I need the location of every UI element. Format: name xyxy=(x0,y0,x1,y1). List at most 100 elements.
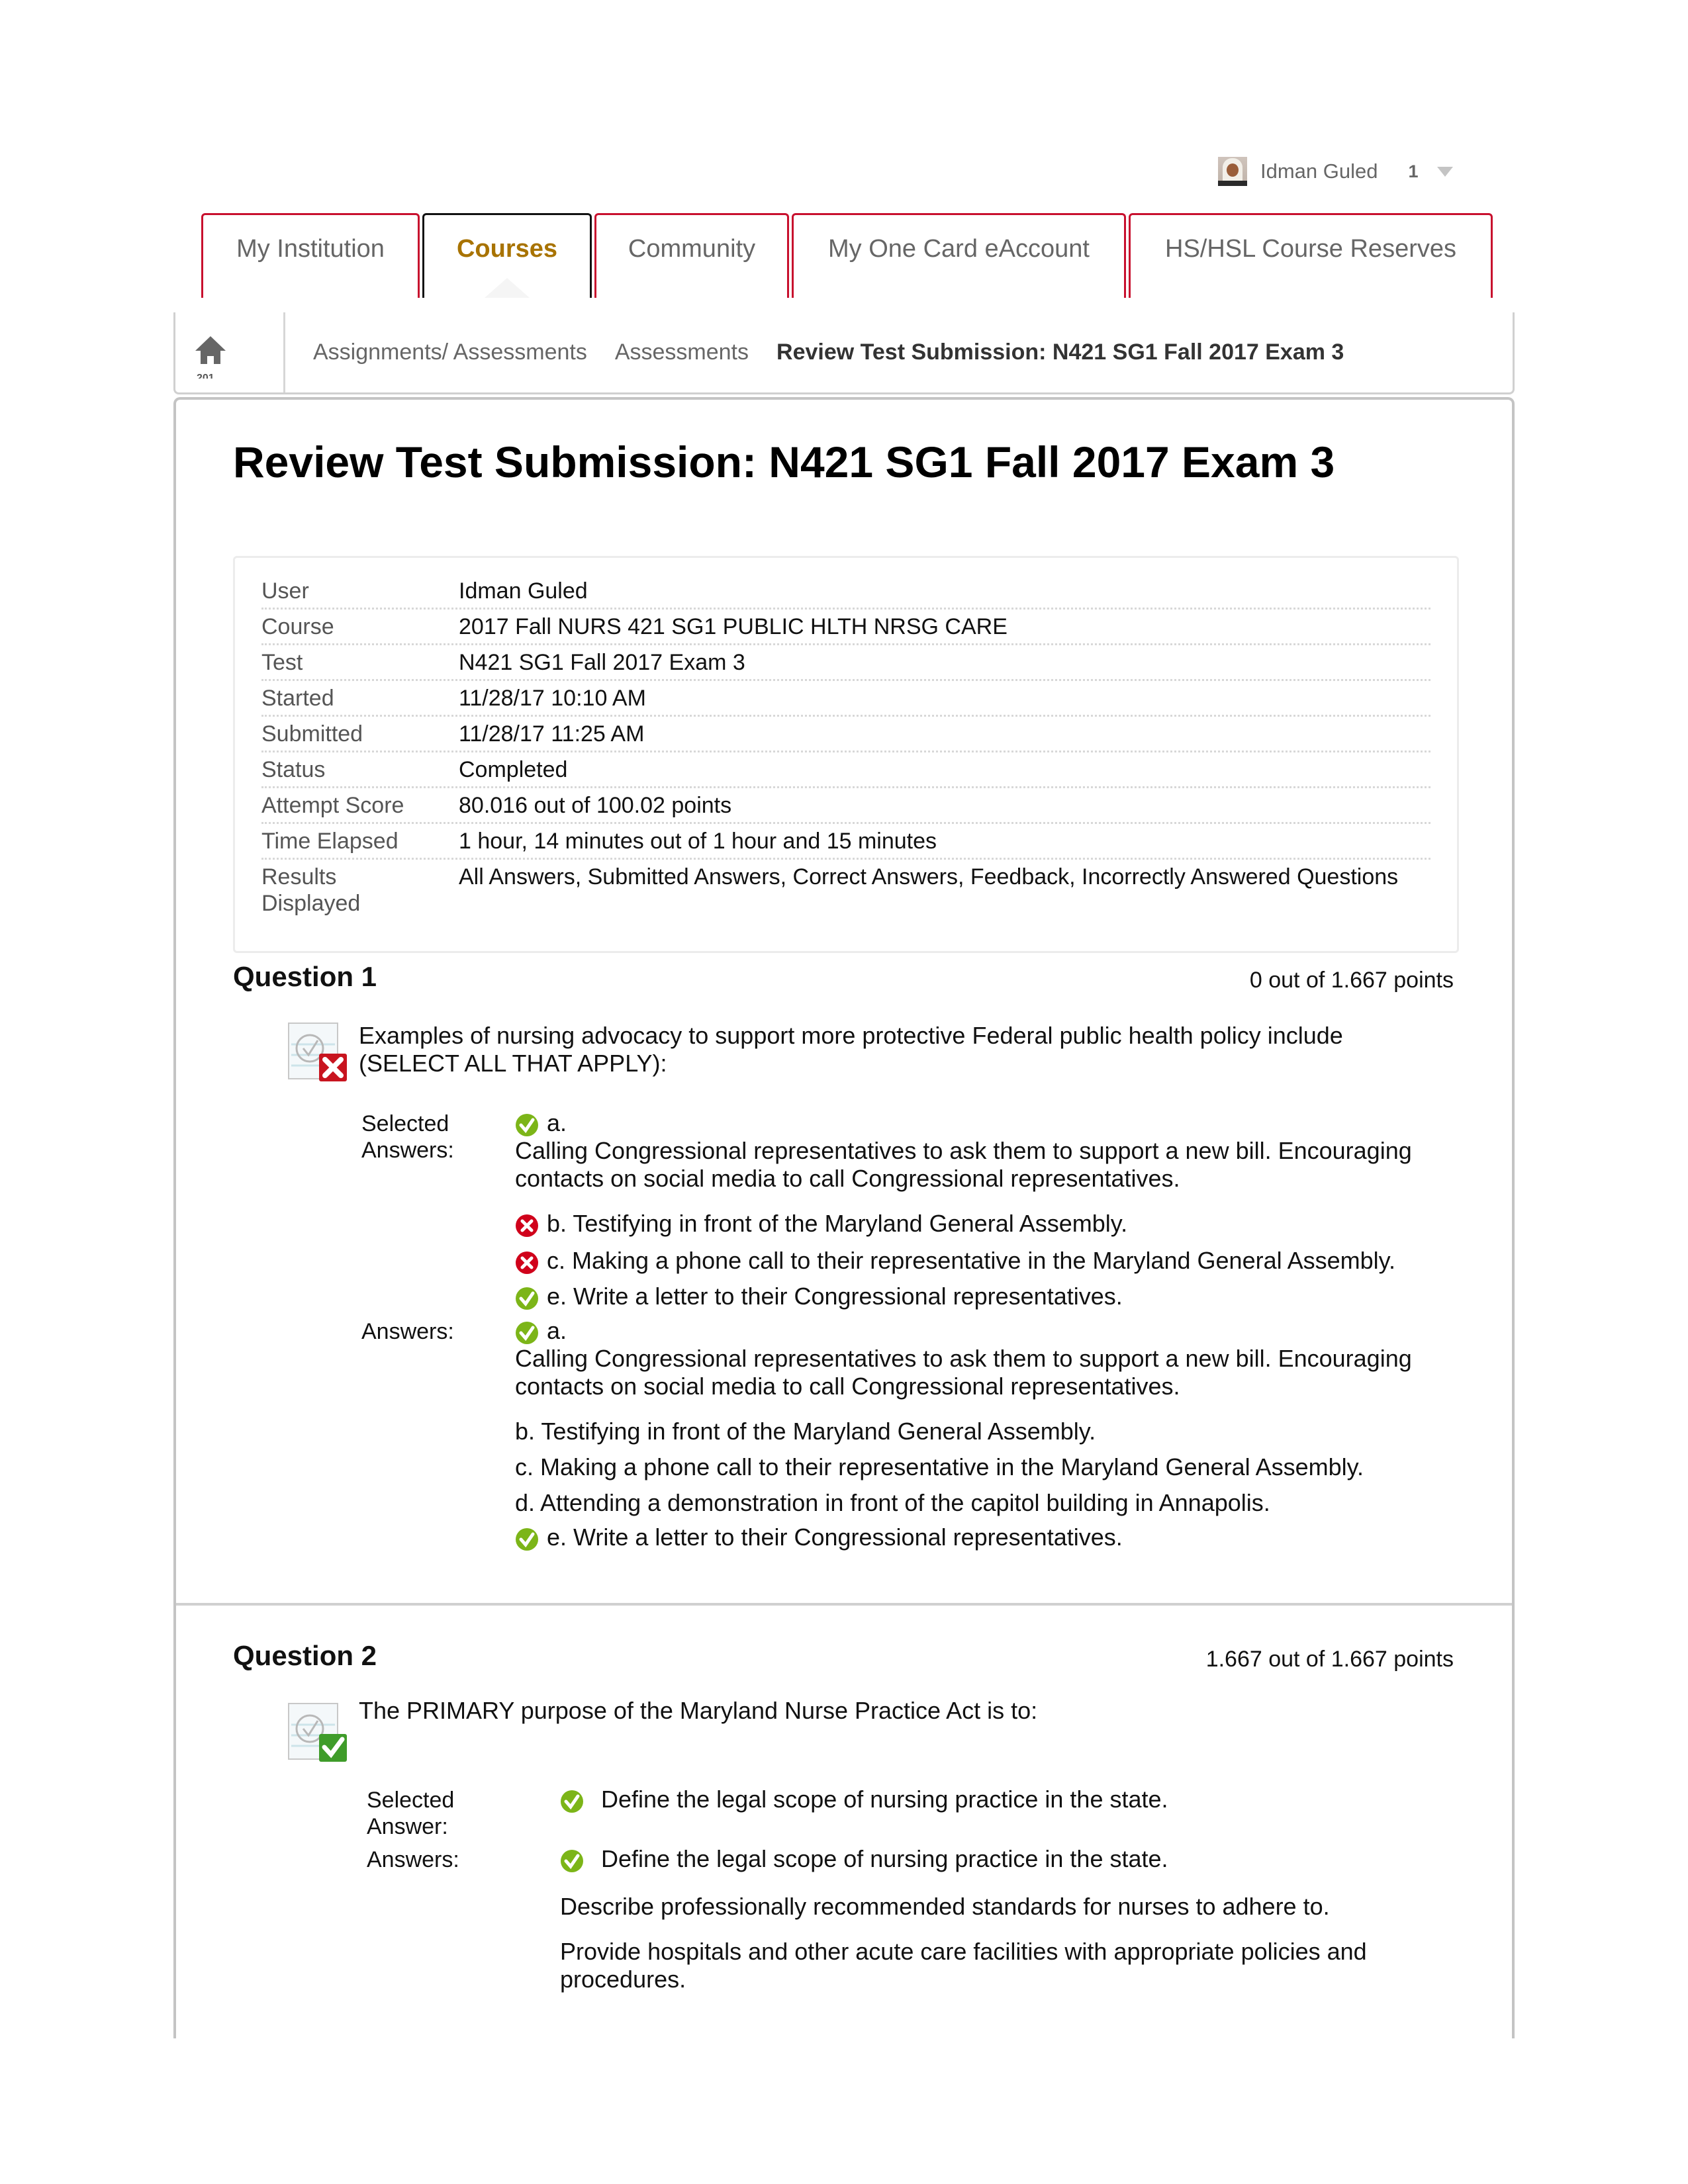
info-value: 80.016 out of 100.02 points xyxy=(459,792,732,818)
user-avatar xyxy=(1218,157,1247,186)
correct-check-icon xyxy=(515,1287,539,1310)
breadcrumb-item[interactable]: Assignments/ Assessments xyxy=(313,340,587,365)
answer-text: a. xyxy=(547,1109,567,1136)
answer-option: e. Write a letter to their Congressional… xyxy=(515,1524,1481,1551)
selected-answer: a. Calling Congressional representatives… xyxy=(515,1109,1481,1193)
answer-text: b. Testifying in front of the Maryland G… xyxy=(515,1418,1096,1445)
question-points: 1.667 out of 1.667 points xyxy=(1205,1647,1454,1672)
incorrect-question-icon xyxy=(288,1023,347,1081)
answer-text: b. Testifying in front of the Maryland G… xyxy=(547,1210,1128,1237)
tab-label: Courses xyxy=(456,235,558,263)
answer-text: e. Write a letter to their Congressional… xyxy=(547,1283,1123,1310)
info-label: Test xyxy=(261,649,303,675)
info-value: All Answers, Submitted Answers, Correct … xyxy=(459,864,1399,889)
correct-check-icon xyxy=(515,1321,539,1345)
info-row: Attempt Score 80.016 out of 100.02 points xyxy=(261,788,1430,824)
answer-text: e. Write a letter to their Congressional… xyxy=(547,1524,1123,1551)
question-divider xyxy=(176,1603,1512,1606)
selected-answer: Define the legal scope of nursing practi… xyxy=(560,1786,1526,1813)
info-label: Attempt Score xyxy=(261,792,404,818)
selected-answers-label: Selected Answers: xyxy=(361,1111,454,1163)
info-value: 11/28/17 11:25 AM xyxy=(459,721,645,747)
main-tabs: My Institution Courses Community My One … xyxy=(201,213,1495,298)
question-points: 0 out of 1.667 points xyxy=(1249,968,1454,993)
info-row: Time Elapsed 1 hour, 14 minutes out of 1 … xyxy=(261,824,1430,860)
answer-option: a. Calling Congressional representatives… xyxy=(515,1317,1481,1400)
home-subtext: 201 xyxy=(197,373,214,379)
notification-count[interactable]: 1 xyxy=(1409,161,1419,182)
answer-option: b. Testifying in front of the Maryland G… xyxy=(515,1418,1481,1445)
tab-label: My One Card eAccount xyxy=(828,235,1090,263)
correct-check-icon xyxy=(560,1849,584,1873)
info-row: User Idman Guled xyxy=(261,574,1430,610)
info-value: Completed xyxy=(459,756,568,782)
submission-details: User Idman Guled Course 2017 Fall NURS 421… xyxy=(233,556,1459,953)
tab-course-reserves[interactable]: HS/HSL Course Reserves xyxy=(1129,213,1493,298)
answer-text: a. xyxy=(547,1317,567,1344)
tab-label: Community xyxy=(628,235,756,263)
info-row: Submitted 11/28/17 11:25 AM xyxy=(261,717,1430,752)
tab-courses[interactable]: Courses xyxy=(422,213,592,298)
page-title: Review Test Submission: N421 SG1 Fall 20… xyxy=(233,437,1335,486)
info-value: 1 hour, 14 minutes out of 1 hour and 15 … xyxy=(459,828,937,854)
tab-label: My Institution xyxy=(236,235,385,263)
info-value: 2017 Fall NURS 421 SG1 PUBLIC HLTH NRSG … xyxy=(459,614,1008,639)
info-label: Course xyxy=(261,614,334,639)
answer-subtext: Calling Congressional representatives to… xyxy=(515,1345,1412,1400)
answer-text: c. Making a phone call to their represen… xyxy=(515,1453,1364,1480)
correct-check-icon xyxy=(515,1527,539,1551)
tab-my-one-card[interactable]: My One Card eAccount xyxy=(792,213,1126,298)
answer-option: d. Attending a demonstration in front of… xyxy=(515,1489,1481,1517)
answer-text: Describe professionally recommended stan… xyxy=(560,1893,1330,1920)
breadcrumb-current: Review Test Submission: N421 SG1 Fall 20… xyxy=(776,340,1344,365)
info-row: Course 2017 Fall NURS 421 SG1 PUBLIC HLTH… xyxy=(261,610,1430,645)
answer-text: Define the legal scope of nursing practi… xyxy=(601,1786,1168,1813)
answer-text: Define the legal scope of nursing practi… xyxy=(601,1845,1168,1872)
question-text: The PRIMARY purpose of the Maryland Nurs… xyxy=(359,1697,1038,1724)
info-value: N421 SG1 Fall 2017 Exam 3 xyxy=(459,649,745,675)
question-1: Question 1 0 out of 1.667 points Example… xyxy=(233,961,1466,1551)
home-icon xyxy=(195,336,226,364)
answer-option: Define the legal scope of nursing practi… xyxy=(560,1845,1526,1873)
correct-check-icon xyxy=(560,1790,584,1813)
selected-answer: e. Write a letter to their Congressional… xyxy=(515,1283,1481,1310)
answer-option: Provide hospitals and other acute care f… xyxy=(560,1938,1407,1993)
answers-label: Answers: xyxy=(361,1319,454,1344)
info-row: Results Displayed All Answers, Submitted … xyxy=(261,860,1430,917)
info-value: 11/28/17 10:10 AM xyxy=(459,685,646,711)
info-label: Started xyxy=(261,685,334,711)
tab-label: HS/HSL Course Reserves xyxy=(1165,235,1456,263)
info-row: Test N421 SG1 Fall 2017 Exam 3 xyxy=(261,645,1430,681)
tab-my-institution[interactable]: My Institution xyxy=(201,213,420,298)
question-2: Question 2 1.667 out of 1.667 points The… xyxy=(233,1640,1466,2011)
info-label: Results Displayed xyxy=(261,864,361,916)
user-menu[interactable]: Idman Guled 1 xyxy=(1218,156,1453,187)
tab-community[interactable]: Community xyxy=(594,213,789,298)
info-label: Status xyxy=(261,756,326,782)
question-title: Question 1 xyxy=(233,961,377,992)
incorrect-x-icon xyxy=(515,1251,539,1275)
question-title: Question 2 xyxy=(233,1640,377,1671)
info-value: Idman Guled xyxy=(459,578,588,604)
selected-answer-label: Selected Answer: xyxy=(367,1788,455,1839)
user-name[interactable]: Idman Guled xyxy=(1260,159,1378,183)
info-label: Time Elapsed xyxy=(261,828,399,854)
answer-subtext: Calling Congressional representatives to… xyxy=(515,1137,1412,1192)
answer-text: Provide hospitals and other acute care f… xyxy=(560,1938,1367,1993)
breadcrumb-item[interactable]: Assessments xyxy=(615,340,749,365)
breadcrumb: 201 Assignments/ Assessments Assessments… xyxy=(173,312,1515,394)
info-label: User xyxy=(261,578,309,604)
selected-answer: c. Making a phone call to their represen… xyxy=(515,1247,1481,1275)
answer-text: c. Making a phone call to their represen… xyxy=(547,1247,1395,1274)
info-label: Submitted xyxy=(261,721,363,747)
active-tab-pointer xyxy=(485,278,530,298)
chevron-down-icon[interactable] xyxy=(1436,166,1453,177)
correct-question-icon xyxy=(288,1703,347,1762)
info-row: Started 11/28/17 10:10 AM xyxy=(261,681,1430,717)
home-button[interactable]: 201 xyxy=(175,312,285,392)
content-card: Review Test Submission: N421 SG1 Fall 20… xyxy=(173,397,1515,2038)
answer-option: c. Making a phone call to their represen… xyxy=(515,1453,1481,1481)
incorrect-x-icon xyxy=(515,1214,539,1238)
answer-text: d. Attending a demonstration in front of… xyxy=(515,1489,1270,1516)
info-row: Status Completed xyxy=(261,752,1430,788)
